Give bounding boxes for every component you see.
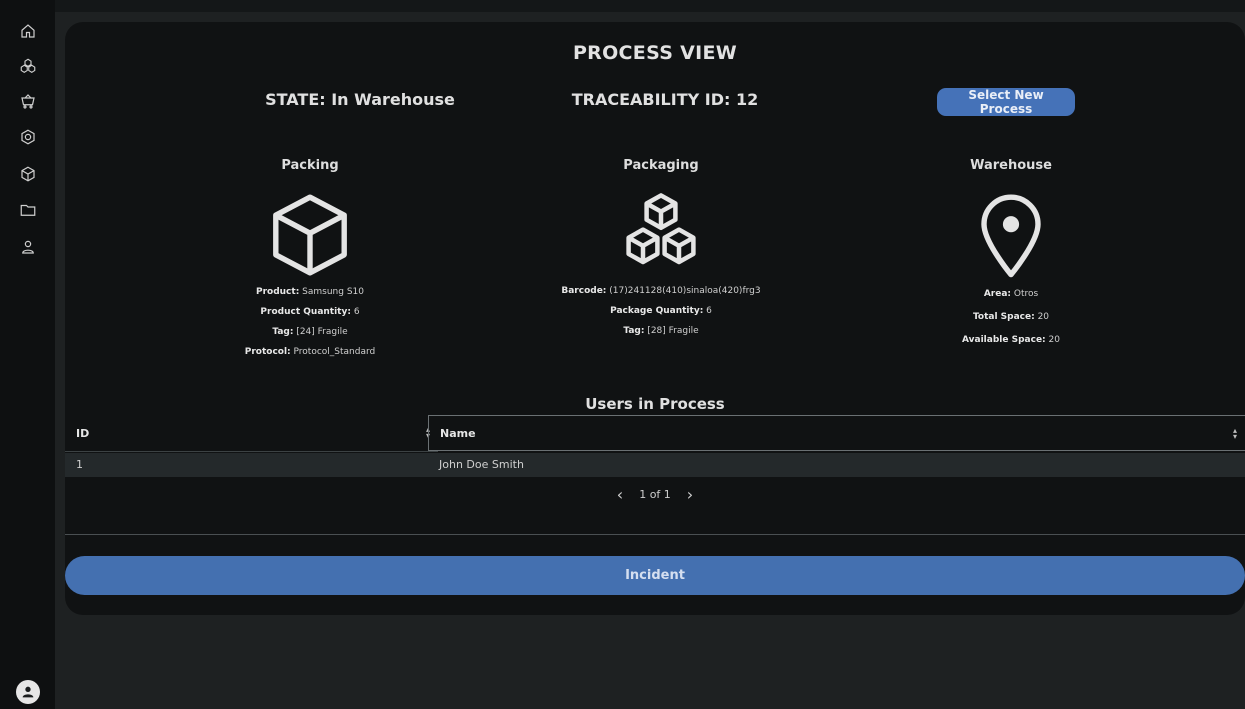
packing-section: Packing [160, 158, 460, 280]
box-icon[interactable] [19, 165, 37, 183]
warehouse-available-space: Available Space: 20 [962, 335, 1060, 345]
sidebar [0, 0, 55, 709]
packaging-title: Packaging [623, 158, 699, 173]
packing-title: Packing [281, 158, 339, 173]
cell-id: 1 [76, 458, 83, 471]
traceability-label: TRACEABILITY ID: 12 [571, 90, 759, 109]
page-indicator: 1 of 1 [639, 488, 671, 501]
process-card: PROCESS VIEW STATE: In Warehouse TRACEAB… [65, 22, 1245, 615]
packing-quantity: Product Quantity: 6 [260, 307, 360, 317]
top-bar [55, 0, 1245, 12]
select-new-process-button[interactable]: Select New Process [937, 88, 1075, 116]
packaging-barcode: Barcode: (17)241128(410)sinaloa(420)frg3 [561, 286, 761, 296]
table-row[interactable]: 1 John Doe Smith [65, 453, 1245, 477]
warehouse-area: Area: Otros [983, 289, 1039, 299]
account-avatar-icon[interactable] [16, 680, 40, 704]
page-title: PROCESS VIEW [572, 42, 738, 64]
state-label: STATE: In Warehouse [265, 90, 455, 109]
warehouse-info: Area: Otros Total Space: 20 Available Sp… [861, 287, 1161, 356]
sort-icon[interactable]: ▴ ▾ [1233, 427, 1237, 441]
warehouse-total-space: Total Space: 20 [972, 312, 1050, 322]
users-table-header: ID ▴ ▾ Name ▴ ▾ [65, 415, 1245, 452]
packing-info: Product: Samsung S10 Product Quantity: 6… [160, 285, 460, 365]
packaging-tag: Tag: [28] Fragile [623, 326, 699, 336]
stacked-boxes-icon [616, 190, 706, 280]
hexagon-icon[interactable] [19, 128, 37, 146]
boxes-icon[interactable] [19, 57, 37, 75]
incident-button[interactable]: Incident [65, 556, 1245, 595]
cell-name: John Doe Smith [439, 458, 524, 471]
packing-protocol: Protocol: Protocol_Standard [244, 347, 376, 357]
column-header-name[interactable]: Name ▴ ▾ [428, 415, 1245, 451]
location-pin-icon [966, 190, 1056, 280]
next-page-icon[interactable]: › [687, 485, 693, 504]
cart-icon[interactable] [19, 92, 37, 110]
prev-page-icon[interactable]: ‹ [617, 485, 623, 504]
packing-tag: Tag: [24] Fragile [272, 327, 348, 337]
packaging-info: Barcode: (17)241128(410)sinaloa(420)frg3… [511, 284, 811, 344]
user-icon[interactable] [19, 238, 37, 256]
divider [65, 534, 1245, 535]
home-icon[interactable] [19, 22, 37, 40]
pagination: ‹ 1 of 1 › [65, 485, 1245, 504]
warehouse-title: Warehouse [970, 158, 1052, 173]
users-title: Users in Process [585, 395, 725, 413]
packaging-section: Packaging [511, 158, 811, 280]
packaging-quantity: Package Quantity: 6 [610, 306, 712, 316]
column-header-id[interactable]: ID ▴ ▾ [65, 415, 438, 452]
folder-icon[interactable] [19, 201, 37, 219]
packing-product: Product: Samsung S10 [255, 287, 364, 297]
warehouse-section: Warehouse [861, 158, 1161, 280]
cube-icon [265, 190, 355, 280]
